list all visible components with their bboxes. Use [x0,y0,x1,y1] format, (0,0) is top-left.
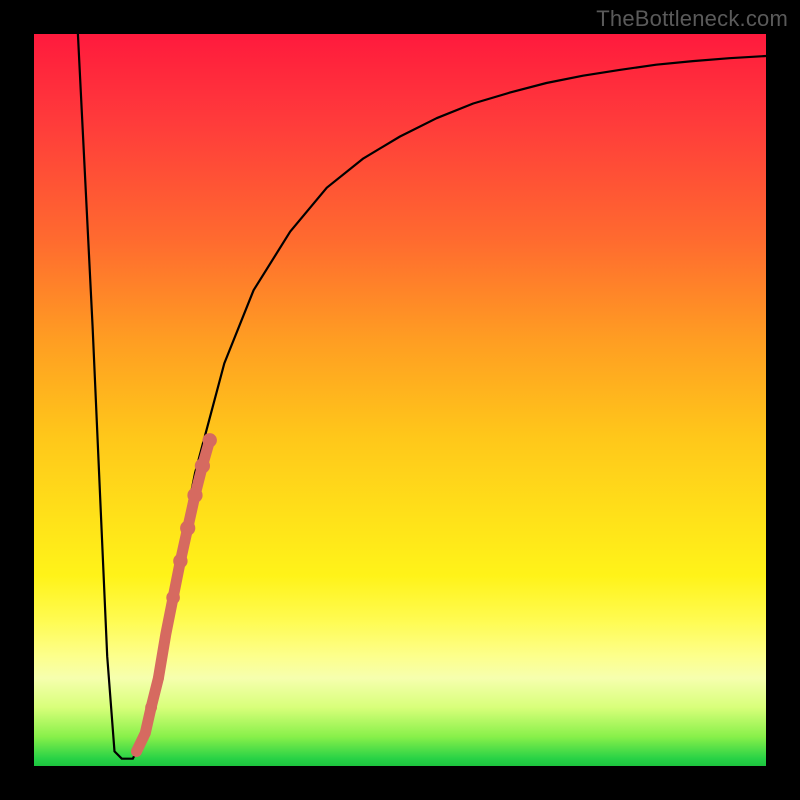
marker-group [131,433,217,757]
marker-dot [131,746,142,757]
marker-dot [166,591,180,605]
marker-dot [187,488,202,503]
marker-dot [161,630,170,639]
marker-dot [145,702,157,714]
bottleneck-curve [78,34,766,759]
marker-dot [173,554,187,568]
marker-dot [140,728,150,738]
plot-area [34,34,766,766]
chart-frame: TheBottleneck.com [0,0,800,800]
marker-dot [153,673,164,684]
chart-svg [34,34,766,766]
watermark-text: TheBottleneck.com [596,6,788,32]
marker-dot [203,433,217,447]
marker-dot [180,521,195,536]
marker-dot [195,458,210,473]
